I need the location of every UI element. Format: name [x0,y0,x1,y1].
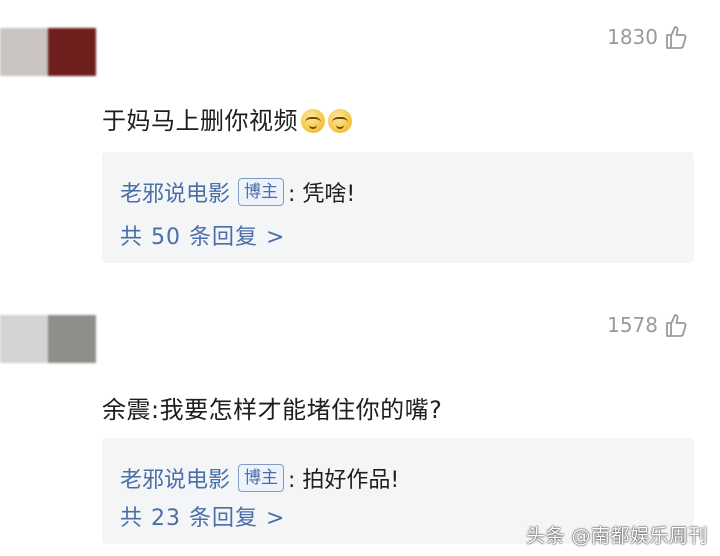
avatar-blur-left [0,315,48,363]
like-button[interactable]: 1578 [607,312,688,338]
reply-author[interactable]: 老邪说电影 [120,462,230,494]
like-count: 1830 [607,25,658,49]
grin-emoji-icon [328,109,352,133]
thumb-up-icon [666,314,687,337]
grin-emoji-icon [301,109,325,133]
avatar-blur-right [48,28,96,76]
reply-preview[interactable]: 老邪说电影 博主 : 凭啥! 共 50 条回复 > [102,152,694,263]
reply-author[interactable]: 老邪说电影 [120,176,230,208]
reply-line: 老邪说电影 博主 : 凭啥! [120,176,355,208]
avatar-blur-left [0,28,48,76]
view-replies-link[interactable]: 共 50 条回复 > [120,219,285,251]
like-count: 1578 [607,313,658,337]
reply-text: : 拍好作品! [288,468,400,493]
avatar[interactable] [0,28,96,76]
view-replies-link[interactable]: 共 23 条回复 > [120,500,285,532]
thumb-up-icon [666,26,687,49]
avatar-blur-right [48,315,96,363]
avatar[interactable] [0,315,96,363]
author-badge: 博主 [238,178,285,206]
comment-card: 1830 于妈马上删你视频 老邪说电影 博主 : 凭啥! 共 50 条回复 > [0,0,720,290]
comment-text: 于妈马上删你视频 [102,101,352,136]
reply-text: : 凭啥! [288,182,356,207]
comment-text: 余震:我要怎样才能堵住你的嘴? [102,396,443,424]
author-badge: 博主 [238,464,285,492]
comment-card: 1578 余震:我要怎样才能堵住你的嘴? 老邪说电影 博主 : 拍好作品! 共 … [0,290,720,556]
like-button[interactable]: 1830 [607,24,688,50]
comment-text-content: 于妈马上删你视频 [102,107,298,135]
reply-line: 老邪说电影 博主 : 拍好作品! [120,462,399,494]
watermark: 头条 @南都娱乐周刊 [525,525,708,547]
